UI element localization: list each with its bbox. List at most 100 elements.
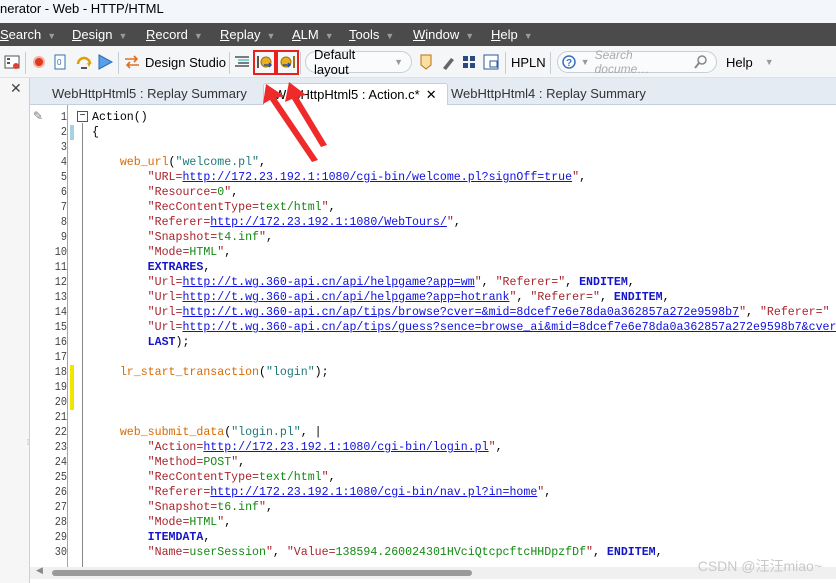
window-layout-icon[interactable]	[483, 52, 499, 72]
design-studio-button[interactable]: Design Studio	[124, 52, 226, 72]
menu-design[interactable]: Design ▼	[72, 27, 127, 42]
code-token: t6.inf	[217, 501, 259, 514]
line-number: 3	[60, 140, 67, 154]
line-number: 20	[54, 395, 67, 409]
chevron-down-icon: ▼	[118, 31, 128, 41]
code-token: "Snapshot=	[147, 501, 218, 514]
menu-search[interactable]: Search ▼	[0, 27, 56, 42]
code-token: ,	[565, 276, 580, 289]
step-over-icon[interactable]	[75, 52, 93, 72]
code-line: web_submit_data("login.pl", |	[92, 425, 322, 440]
code-token: LAST	[147, 336, 176, 349]
outline-icon[interactable]	[234, 52, 250, 72]
layout-dropdown[interactable]: Default layout ▼	[305, 47, 412, 77]
line-number: 14	[54, 305, 67, 319]
runtime-settings-icon[interactable]	[4, 52, 20, 72]
code-line: "Referer=http://172.23.192.1:1080/WebTou…	[92, 215, 461, 230]
code-token: "Url=	[147, 291, 183, 304]
tab-label: WebHttpHtml4 : Replay Summary	[451, 86, 646, 101]
code-token: HTML	[189, 246, 218, 259]
code-line: Action()	[92, 110, 148, 125]
search-documentation-input[interactable]: ? ▼ Search docume…	[557, 48, 717, 76]
code-token: );	[314, 366, 329, 379]
fold-toggle-icon[interactable]: −	[77, 111, 88, 122]
menu-label: Search	[0, 27, 42, 42]
line-number: 15	[54, 320, 67, 334]
menu-alm[interactable]: ALM ▼	[292, 27, 334, 42]
menu-tools[interactable]: Tools ▼	[349, 27, 394, 42]
code-token: ,	[481, 276, 496, 289]
code-token: "Referer="	[495, 276, 566, 289]
code-token: ,	[224, 246, 232, 259]
code-line: "URL=http://172.23.192.1:1080/cgi-bin/we…	[92, 170, 586, 185]
close-tab-icon[interactable]: ✕	[426, 87, 437, 102]
svg-text:0: 0	[57, 58, 62, 67]
splitter-handle[interactable]: ⁞	[27, 438, 29, 447]
close-panel-icon[interactable]: ✕	[10, 80, 22, 97]
highlight-box	[253, 50, 276, 75]
code-line: "Resource=0",	[92, 185, 238, 200]
code-token: http://172.23.192.1:1080/cgi-bin/nav.pl?…	[210, 486, 538, 499]
tab-webhttphtml4-replay-summary[interactable]: WebHttpHtml4 : Replay Summary	[441, 83, 656, 105]
code-token: "Referer="	[530, 291, 600, 304]
grid-icon[interactable]	[463, 52, 475, 72]
line-number: 4	[60, 155, 67, 169]
menu-help[interactable]: Help ▼	[491, 27, 533, 42]
code-line: "Mode=HTML",	[92, 515, 232, 530]
pin-icon[interactable]: ✎	[33, 109, 43, 123]
code-token: "Mode=	[147, 246, 190, 259]
search-placeholder: Search docume…	[594, 48, 650, 76]
code-line: "Snapshot=t4.inf",	[92, 230, 273, 245]
code-token: "Method=	[147, 456, 204, 469]
replay-icon[interactable]	[97, 52, 113, 72]
scrollbar-thumb[interactable]	[52, 570, 472, 576]
menu-window[interactable]: Window ▼	[413, 27, 474, 42]
line-number: 22	[54, 425, 67, 439]
help-icon: ?	[562, 55, 576, 69]
brush-icon[interactable]	[440, 52, 456, 72]
menu-bar: Search ▼ Design ▼ Record ▼ Replay ▼ ALM ▼ Tools ▼ Wi…	[0, 23, 836, 46]
line-number: 5	[60, 170, 67, 184]
code-token: t4.inf	[217, 231, 259, 244]
code-token: ENDITEM	[606, 546, 656, 559]
code-token: userSession	[189, 546, 266, 559]
code-line: EXTRARES,	[92, 260, 211, 275]
code-token: "Url=	[147, 276, 183, 289]
code-token: text/html	[259, 471, 322, 484]
record-icon[interactable]	[32, 52, 46, 72]
hpln-button[interactable]: HPLN	[511, 52, 546, 72]
menu-label: Record	[146, 27, 188, 42]
bookmark-icon[interactable]	[420, 52, 432, 72]
code-token: "	[586, 546, 593, 559]
editor-tabs: WebHttpHtml5 : Replay Summary WebHttpHtm…	[30, 78, 836, 105]
help-menu-button[interactable]: Help ▼	[726, 52, 774, 72]
code-token: "	[474, 276, 482, 289]
line-number: 19	[54, 380, 67, 394]
code-token: ,	[599, 291, 614, 304]
code-token: (	[259, 366, 266, 379]
code-token: ,	[579, 171, 587, 184]
code-token: web_submit_data	[119, 426, 225, 439]
menu-label: Replay	[220, 27, 261, 42]
menu-replay[interactable]: Replay ▼	[220, 27, 275, 42]
menu-record[interactable]: Record ▼	[146, 27, 203, 42]
script-icon[interactable]: 0	[52, 52, 68, 72]
tab-webhttphtml5-action[interactable]: WebHttpHtml5 : Action.c* ✕	[263, 83, 448, 105]
tab-webhttphtml5-replay-summary[interactable]: WebHttpHtml5 : Replay Summary	[42, 83, 257, 105]
layout-value: Default layout	[314, 47, 356, 77]
line-number: 6	[60, 185, 67, 199]
code-token: ,	[544, 486, 552, 499]
code-editor[interactable]: ✎ 1 2 3 4 5 6 7 8 9 10 11 12 13 14 15 16 17 18 19 20 21 22 23 2…	[30, 105, 836, 567]
code-token: "	[265, 546, 273, 559]
code-token: "welcome.pl"	[175, 156, 260, 169]
code-token: EXTRARES	[147, 261, 204, 274]
code-token: ,	[272, 546, 287, 559]
